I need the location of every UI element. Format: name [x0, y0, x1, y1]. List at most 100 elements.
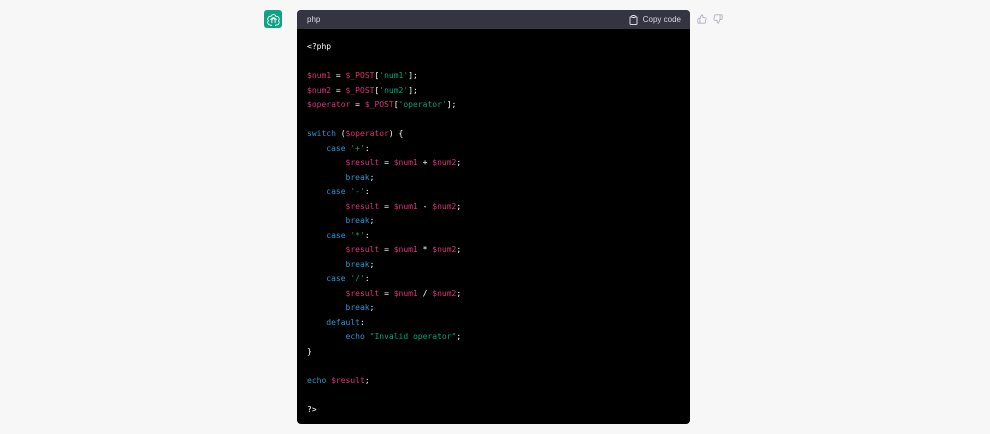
code-line: case '+':	[307, 142, 680, 157]
code-token: =	[350, 100, 365, 109]
code-token: break	[345, 172, 370, 182]
code-token: $operator	[345, 129, 389, 138]
code-token: 'num1'	[379, 71, 409, 80]
code-token: +	[417, 158, 433, 167]
code-token: switch	[307, 129, 336, 138]
code-token: $result	[331, 375, 365, 385]
code-token: $_POST	[364, 100, 394, 109]
code-token: case	[326, 187, 346, 196]
code-line: $num1 = $_POST['num1'];	[307, 69, 680, 84]
code-token: $num2	[432, 201, 457, 211]
code-token: "Invalid operator"	[369, 332, 457, 341]
code-token: ;	[369, 303, 375, 312]
code-token: $num2	[432, 288, 457, 298]
code-line: $result = $num1 - $num2;	[307, 200, 680, 215]
code-token: ;	[456, 158, 462, 167]
code-token: :	[364, 187, 370, 196]
code-line: break;	[307, 171, 680, 186]
code-block: php Copy code <?php $num1 = $_POST['num1'…	[297, 10, 690, 424]
code-line: break;	[307, 301, 680, 316]
code-token: $num1	[393, 158, 418, 167]
code-token: ];	[408, 85, 418, 95]
code-line: $result = $num1 + $num2;	[307, 156, 680, 171]
code-token: 'num2'	[379, 85, 409, 95]
code-token: ];	[408, 71, 418, 80]
code-token: $result	[345, 158, 380, 167]
code-token: :	[364, 274, 370, 283]
code-line: break;	[307, 258, 680, 273]
openai-logo-icon	[266, 13, 280, 26]
code-token: ) {	[388, 129, 404, 138]
code-line: <?php	[307, 40, 680, 55]
code-line: $operator = $_POST['operator'];	[307, 98, 680, 113]
code-line: echo "Invalid operator";	[307, 330, 680, 345]
code-token: $num2	[307, 85, 332, 95]
code-token: $num1	[393, 201, 418, 211]
code-token: ;	[456, 201, 462, 211]
code-token: :	[364, 143, 370, 153]
code-content[interactable]: <?php $num1 = $_POST['num1']; $num2 = $_PO…	[297, 29, 690, 417]
code-token: ;	[456, 332, 462, 341]
code-token: default	[326, 317, 360, 327]
code-line: echo $result;	[307, 374, 680, 389]
code-token: }	[307, 346, 312, 356]
code-token: '+'	[350, 143, 365, 153]
code-token: ;	[369, 216, 375, 225]
copy-code-label: Copy code	[642, 15, 681, 24]
code-token: '-'	[350, 187, 365, 196]
code-line: $result = $num1 * $num2;	[307, 243, 680, 258]
code-token: =	[379, 245, 394, 254]
code-token: $num2	[432, 245, 457, 254]
code-token: $result	[345, 201, 380, 211]
feedback-buttons	[697, 11, 723, 29]
code-token: echo	[307, 375, 327, 385]
code-line: default:	[307, 316, 680, 331]
code-token: $result	[345, 288, 380, 298]
code-token: *	[417, 245, 433, 254]
code-token: ];	[446, 100, 457, 109]
code-language-label: php	[307, 15, 321, 24]
copy-code-button[interactable]: Copy code	[629, 14, 681, 25]
code-token: break	[345, 259, 370, 269]
code-token: ;	[369, 259, 375, 269]
code-token: 'operator'	[398, 100, 447, 109]
code-token: (	[335, 129, 346, 138]
code-line: ?>	[307, 403, 680, 418]
code-token: $num2	[432, 158, 457, 167]
code-token: $result	[345, 245, 380, 254]
code-token: case	[326, 274, 346, 283]
thumbs-down-icon[interactable]	[713, 11, 723, 29]
code-token: ;	[369, 172, 375, 182]
code-line: break;	[307, 214, 680, 229]
code-token: $operator	[307, 100, 351, 109]
code-token: '/'	[350, 274, 365, 283]
code-token: ;	[456, 245, 462, 254]
code-line: case '/':	[307, 272, 680, 287]
code-token: break	[345, 303, 370, 312]
code-line: switch ($operator) {	[307, 127, 680, 142]
code-token: $num1	[393, 288, 418, 298]
thumbs-up-icon[interactable]	[697, 11, 707, 29]
code-token: case	[326, 230, 346, 240]
code-token: :	[359, 317, 365, 327]
code-token: '*'	[350, 230, 365, 240]
code-token: =	[379, 288, 394, 298]
code-token: break	[345, 216, 370, 225]
clipboard-icon	[629, 14, 638, 25]
